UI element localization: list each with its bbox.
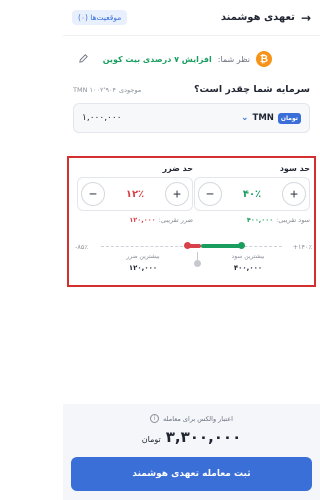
take-profit-section: حد سود + ۴۰٪ − سود تقریبی: ۴۰۰,۰۰۰ [194, 164, 310, 224]
stop-loss-increase-button[interactable]: + [165, 182, 189, 206]
opinion-row: ₿ نظر شما: افزایش ۷ درصدی بیت کوین [63, 50, 320, 68]
total-unit: تومان [141, 435, 161, 444]
current-price-marker [194, 260, 201, 267]
stop-loss-decrease-button[interactable]: − [81, 182, 105, 206]
take-profit-handle[interactable] [238, 242, 245, 249]
stop-loss-value[interactable]: ۱۲٪ [126, 189, 144, 200]
page-title: تعهدی هوشمند [220, 12, 295, 23]
stop-loss-handle[interactable] [184, 242, 191, 249]
take-profit-value[interactable]: ۴۰٪ [243, 189, 261, 200]
stop-loss-stepper: + ۱۲٪ − [77, 177, 193, 211]
max-profit-label: بیشترین سود [231, 253, 265, 260]
approx-loss-label: ضرر تقریبی: [158, 216, 193, 224]
amount-value[interactable]: ۱,۰۰۰,۰۰۰ [82, 113, 122, 123]
submit-trade-button[interactable]: ثبت معامله تعهدی هوشمند [71, 457, 312, 491]
current-price-line [197, 252, 198, 260]
amount-field[interactable]: تومان TMN ⌄ ۱,۰۰۰,۰۰۰ [73, 103, 310, 133]
capital-row: سرمایه شما چقدر است؟ موجودی TMN ۱۰۰۲٬۹۰۴ [63, 84, 320, 95]
balance-info: موجودی TMN ۱۰۰۲٬۹۰۴ [73, 86, 141, 94]
total-row: ۳,۳۰۰,۰۰۰ تومان [63, 428, 320, 446]
slider-max-percent: +۱۴۰٪ [292, 243, 312, 251]
max-loss-label: بیشترین ضرر [126, 253, 160, 260]
approx-loss-value: ۱۲۰,۰۰۰ [129, 216, 156, 224]
chevron-down-icon: ⌄ [240, 113, 249, 123]
tp-sl-panel: حد سود + ۴۰٪ − سود تقریبی: ۴۰۰,۰۰۰ حد ضر… [67, 156, 316, 287]
currency-badge: تومان [277, 112, 301, 124]
take-profit-decrease-button[interactable]: − [198, 182, 222, 206]
balance-label: موجودی [119, 85, 142, 94]
bitcoin-icon: ₿ [256, 51, 272, 67]
balance-value: TMN ۱۰۰۲٬۹۰۴ [73, 85, 117, 94]
approx-loss: ضرر تقریبی: ۱۲۰,۰۰۰ [77, 216, 193, 224]
page-title-group: → تعهدی هوشمند [221, 11, 311, 25]
back-arrow-icon[interactable]: → [301, 11, 311, 25]
currency-select[interactable]: تومان TMN ⌄ [240, 112, 301, 124]
slider-min-percent: -۸۵٪ [75, 243, 88, 251]
footer-panel: اعتبار والکس برای معامله i ۳,۳۰۰,۰۰۰ توم… [63, 404, 320, 500]
max-loss-value: ۱۲۰,۰۰۰ [128, 264, 158, 272]
positions-badge[interactable]: موقعیت‌ها (۰) [72, 10, 128, 25]
top-bar: → تعهدی هوشمند موقعیت‌ها (۰) [63, 0, 320, 36]
take-profit-increase-button[interactable]: + [282, 182, 306, 206]
stop-loss-section: حد ضرر + ۱۲٪ − ضرر تقریبی: ۱۲۰,۰۰۰ [77, 164, 193, 224]
capital-question: سرمایه شما چقدر است؟ [193, 84, 310, 95]
approx-profit-value: ۴۰۰,۰۰۰ [246, 216, 274, 224]
opinion-value: افزایش ۷ درصدی بیت کوین [102, 54, 212, 64]
currency-code: TMN [252, 113, 274, 123]
tp-sl-slider: +۱۴۰٪ -۸۵٪ بیشترین سود ۴۰۰,۰۰۰ بیشترین ض… [75, 242, 312, 286]
approx-profit-label: سود تقریبی: [276, 216, 310, 224]
take-profit-title: حد سود [279, 164, 310, 173]
credit-row: اعتبار والکس برای معامله i [63, 414, 320, 423]
credit-label: اعتبار والکس برای معامله [163, 414, 233, 423]
slider-profit-range [201, 244, 241, 248]
edit-pencil-icon[interactable] [77, 53, 89, 65]
take-profit-stepper: + ۴۰٪ − [194, 177, 310, 211]
max-profit-value: ۴۰۰,۰۰۰ [233, 264, 263, 272]
opinion-label: نظر شما: [217, 54, 250, 64]
total-value: ۳,۳۰۰,۰۰۰ [165, 428, 242, 446]
stop-loss-title: حد ضرر [162, 164, 193, 173]
info-icon[interactable]: i [150, 414, 160, 423]
approx-profit: سود تقریبی: ۴۰۰,۰۰۰ [194, 216, 310, 224]
